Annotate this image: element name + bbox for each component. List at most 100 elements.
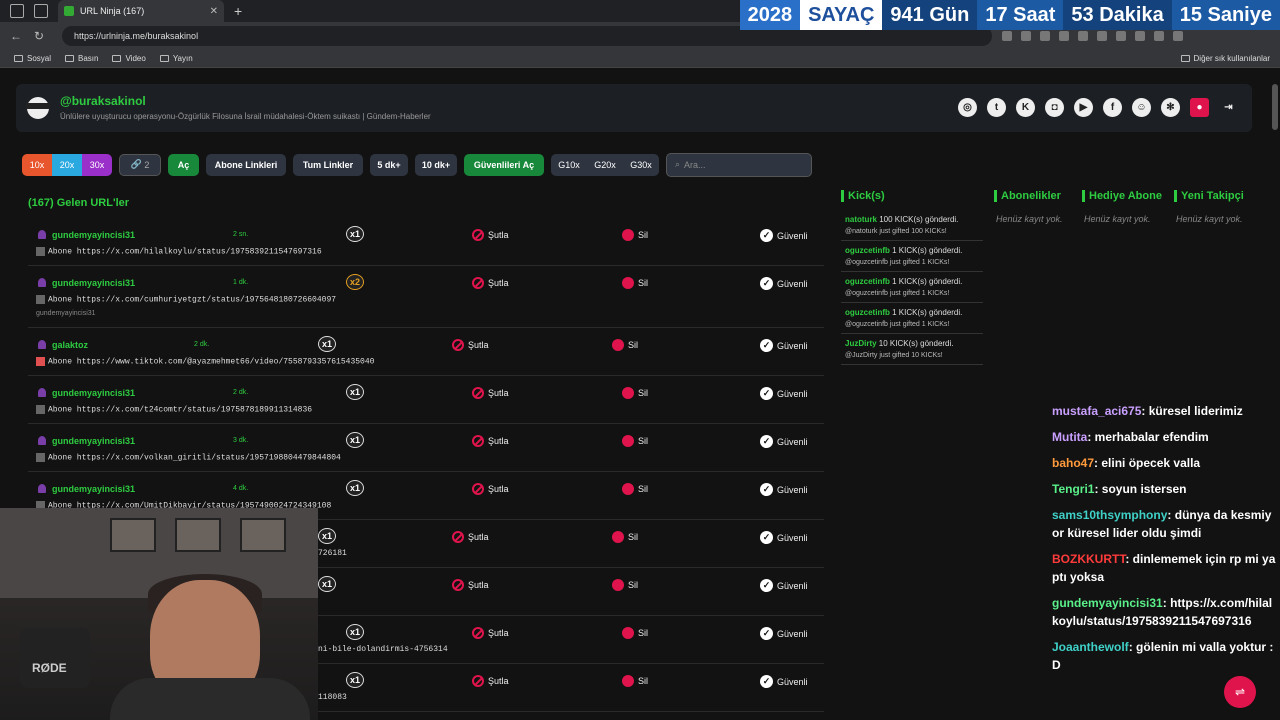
row-username[interactable]: gundemyayincisi31 [52, 484, 135, 494]
all-links-button[interactable]: Tum Linkler [293, 153, 363, 176]
delete-button[interactable]: Sil [622, 435, 648, 447]
kick-out-button[interactable]: Şutla [452, 531, 489, 543]
delete-button[interactable]: Sil [622, 675, 648, 687]
discord-icon[interactable]: ☺ [1132, 98, 1151, 117]
delete-button[interactable]: Sil [622, 277, 648, 289]
favorite-star-icon[interactable] [1021, 31, 1031, 41]
kick-out-button[interactable]: Şutla [472, 387, 509, 399]
dribbble-icon[interactable]: ◎ [958, 98, 977, 117]
kick-out-button[interactable]: Şutla [472, 627, 509, 639]
kick-out-button[interactable]: Şutla [472, 277, 509, 289]
delete-button[interactable]: Sil [612, 339, 638, 351]
read-aloud-icon[interactable] [1002, 31, 1012, 41]
row-link[interactable]: 118083 [318, 693, 347, 702]
link-count-button[interactable]: 🔗 2 [119, 153, 161, 176]
scrollbar[interactable] [1272, 84, 1278, 130]
extension-icon[interactable] [1116, 31, 1126, 41]
multiplier-20x-button[interactable]: 20x [52, 153, 82, 176]
bookmark-item[interactable]: Sosyal [14, 54, 51, 63]
row-link-text: Abone https://x.com/t24comtr/status/1975… [48, 405, 313, 415]
twitter-icon[interactable]: t [987, 98, 1006, 117]
safe-button[interactable]: ✓ Güvenli [760, 229, 808, 242]
bookmark-item[interactable]: Basın [65, 54, 98, 63]
search-input[interactable]: ⌕ Ara... [666, 152, 812, 177]
record-icon[interactable]: ● [1190, 98, 1209, 117]
row-username[interactable]: gundemyayincisi31 [52, 278, 135, 288]
row-username[interactable]: galaktoz [52, 340, 88, 350]
reload-icon[interactable]: ↻ [34, 29, 48, 43]
open-button[interactable]: Aç [168, 153, 199, 176]
instagram-icon[interactable]: ◘ [1045, 98, 1064, 117]
five-min-button[interactable]: 5 dk+ [370, 153, 408, 176]
settings-icon[interactable]: ✻ [1161, 98, 1180, 117]
row-link[interactable]: Abone https://x.com/volkan_giritli/statu… [36, 453, 341, 463]
multiplier-30x-button[interactable]: 30x [82, 153, 112, 176]
chat-separator: : [1094, 482, 1102, 496]
extension-icon[interactable] [1059, 31, 1069, 41]
safe-button[interactable]: ✓ Güvenli [760, 675, 808, 688]
row-username[interactable]: gundemyayincisi31 [52, 230, 135, 240]
kick-entry: oguzcetinfb 1 KICK(s) gönderdi. @oguzceti… [841, 303, 983, 334]
extension-icon[interactable] [1154, 31, 1164, 41]
delete-button[interactable]: Sil [622, 229, 648, 241]
row-username[interactable]: gundemyayincisi31 [52, 436, 135, 446]
bookmark-item[interactable]: Yayın [159, 54, 193, 63]
tab-actions-icon[interactable] [34, 4, 48, 18]
chat-user: BOZKKURTT [1052, 552, 1126, 566]
open-trusted-button[interactable]: Güvenlileri Aç [464, 153, 544, 176]
safe-button[interactable]: ✓ Güvenli [760, 387, 808, 400]
profile-username[interactable]: @buraksakinol [60, 94, 146, 108]
kick-out-label: Şutla [488, 230, 509, 240]
delete-button[interactable]: Sil [622, 627, 648, 639]
extension-icon[interactable] [1097, 31, 1107, 41]
logout-icon[interactable]: ⇥ [1219, 98, 1238, 117]
other-bookmarks[interactable]: Diğer sık kullanılanlar [1180, 54, 1270, 63]
kick-out-button[interactable]: Şutla [452, 339, 489, 351]
safe-button[interactable]: ✓ Güvenli [760, 531, 808, 544]
bookmark-item[interactable]: Video [112, 54, 146, 63]
safe-button[interactable]: ✓ Güvenli [760, 435, 808, 448]
multiplier-10x-button[interactable]: 10x [22, 153, 52, 176]
row-link[interactable]: Abone https://www.tiktok.com/@ayazmehmet… [36, 357, 374, 367]
delete-button[interactable]: Sil [622, 483, 648, 495]
kick-out-button[interactable]: Şutla [472, 675, 509, 687]
g20-button[interactable]: G20x [587, 153, 623, 176]
ban-icon [472, 627, 484, 639]
close-tab-icon[interactable]: ✕ [210, 6, 218, 17]
facebook-icon[interactable]: f [1103, 98, 1122, 117]
youtube-icon[interactable]: ▶ [1074, 98, 1093, 117]
extension-icon[interactable] [1078, 31, 1088, 41]
g10-button[interactable]: G10x [551, 153, 587, 176]
back-icon[interactable]: ← [10, 29, 24, 43]
row-username[interactable]: gundemyayincisi31 [52, 388, 135, 398]
kick-out-button[interactable]: Şutla [472, 483, 509, 495]
chat-toggle-button[interactable]: ⇌ [1224, 676, 1256, 708]
kick-out-button[interactable]: Şutla [472, 435, 509, 447]
profile-icon[interactable] [1173, 31, 1183, 41]
g30-button[interactable]: G30x [623, 153, 659, 176]
subscriber-links-button[interactable]: Abone Linkleri [206, 153, 286, 176]
window-menu-icon[interactable] [10, 4, 24, 18]
delete-button[interactable]: Sil [622, 387, 648, 399]
row-link[interactable]: 726181 [318, 549, 347, 558]
safe-button[interactable]: ✓ Güvenli [760, 627, 808, 640]
row-link[interactable]: Abone https://x.com/cumhuriyetgzt/status… [36, 295, 336, 305]
row-link[interactable]: ni-bile-dolandirmis-4756314 [318, 645, 448, 654]
delete-button[interactable]: Sil [612, 531, 638, 543]
extension-icon[interactable] [1040, 31, 1050, 41]
ten-min-button[interactable]: 10 dk+ [415, 153, 457, 176]
safe-button[interactable]: ✓ Güvenli [760, 339, 808, 352]
safe-button[interactable]: ✓ Güvenli [760, 579, 808, 592]
kick-out-button[interactable]: Şutla [452, 579, 489, 591]
new-tab-icon[interactable]: + [234, 3, 242, 19]
safe-button[interactable]: ✓ Güvenli [760, 277, 808, 290]
delete-button[interactable]: Sil [612, 579, 638, 591]
kick-out-button[interactable]: Şutla [472, 229, 509, 241]
row-link[interactable]: Abone https://x.com/hilalkoylu/status/19… [36, 247, 322, 257]
row-link[interactable]: Abone https://x.com/t24comtr/status/1975… [36, 405, 312, 415]
kick-icon[interactable]: K [1016, 98, 1035, 117]
delete-icon [612, 531, 624, 543]
extension-icon[interactable] [1135, 31, 1145, 41]
safe-button[interactable]: ✓ Güvenli [760, 483, 808, 496]
browser-tab[interactable]: URL Ninja (167) ✕ [58, 0, 224, 22]
